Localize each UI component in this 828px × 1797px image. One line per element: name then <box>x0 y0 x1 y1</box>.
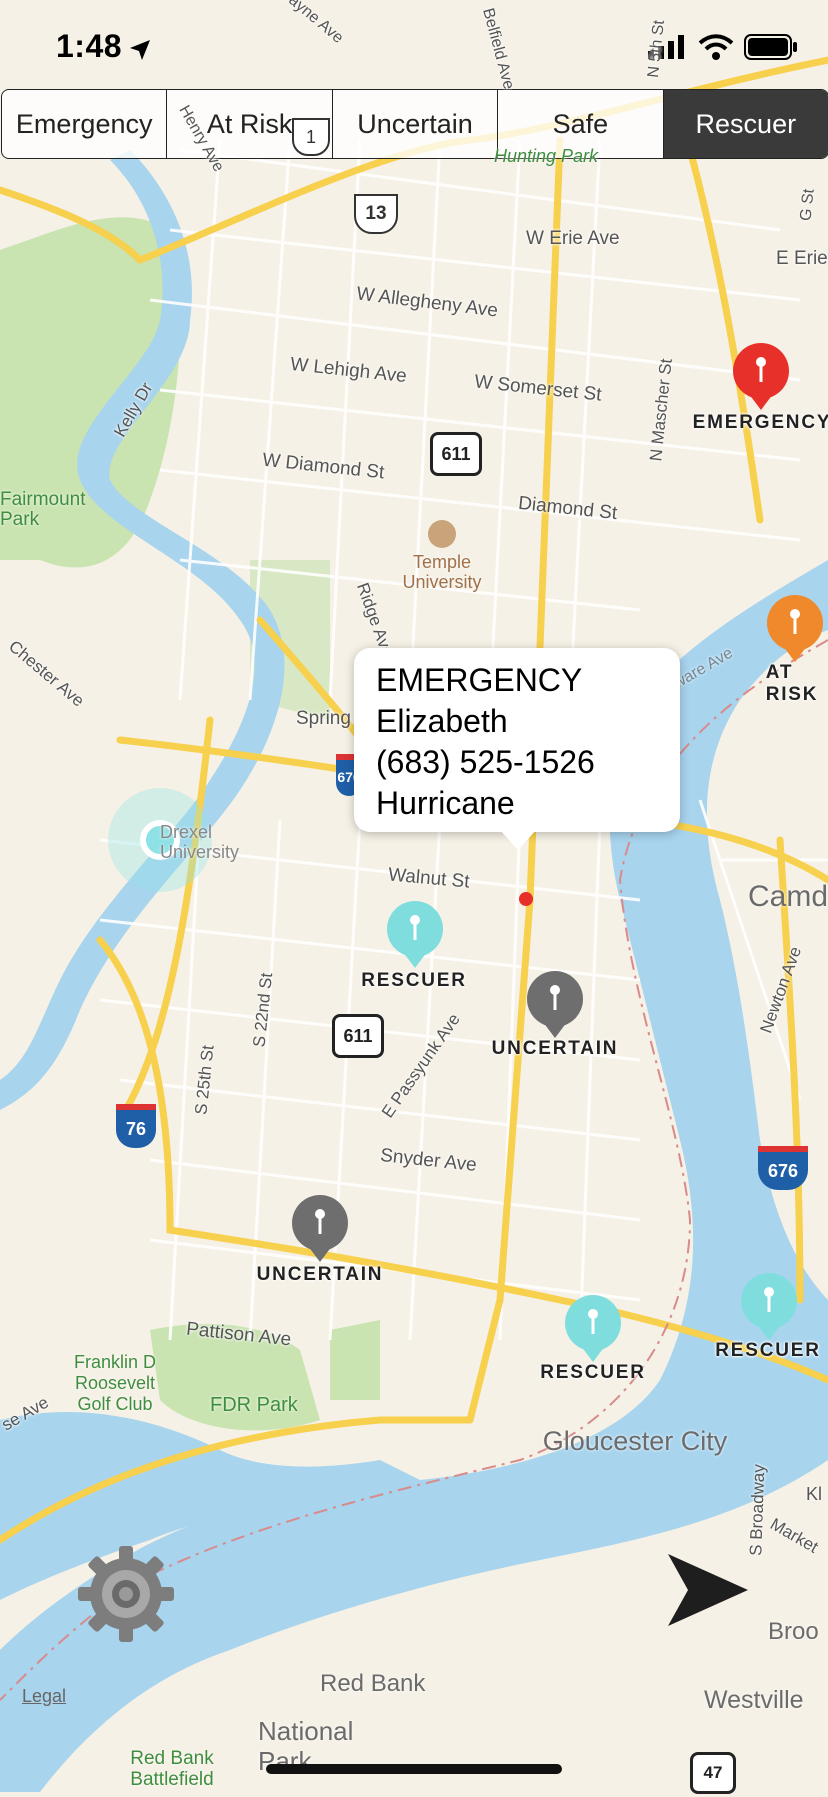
label-kl: Kl <box>806 1484 823 1504</box>
route-611-south-shield: 611 <box>332 1014 384 1058</box>
callout-hazard: Hurricane <box>376 785 515 821</box>
status-time: 1:48 <box>56 28 123 64</box>
label-red-bank-battlefield: Red Bank Battlefield <box>130 1748 214 1790</box>
label-camden: Camd <box>748 880 828 913</box>
callout-name: Elizabeth <box>376 703 508 739</box>
label-temple-university: Temple University <box>402 552 482 592</box>
legal-link[interactable]: Legal <box>22 1686 66 1707</box>
pin-uncertain-south[interactable] <box>291 1194 349 1264</box>
navigation-arrow-icon[interactable] <box>666 1552 752 1628</box>
status-icons <box>648 34 798 60</box>
pin-label-emergency: EMERGENCY <box>692 412 828 433</box>
interstate-76-shield: 76 <box>116 1104 156 1148</box>
label-hunting-park: Hunting Park <box>494 146 599 166</box>
park-patch <box>330 1320 380 1400</box>
label-broadway: S Broadway <box>746 1463 769 1557</box>
pin-label-uncertain-south: UNCERTAIN <box>256 1264 384 1285</box>
label-franklin-golf: Franklin D Roosevelt Golf Club <box>73 1352 157 1414</box>
pin-label-rescuer-center: RESCUER <box>361 970 467 991</box>
pin-at-risk[interactable] <box>766 594 824 664</box>
callout-tail <box>500 830 536 850</box>
pin-label-rescuer-south: RESCUER <box>540 1362 646 1383</box>
university-icon <box>428 520 456 548</box>
pin-callout[interactable]: EMERGENCY Elizabeth (683) 525-1526 Hurri… <box>354 648 680 832</box>
label-e-erie: E Erie <box>776 248 828 269</box>
route-1-shield: 1 <box>292 118 330 156</box>
pin-label-rescuer-east: RESCUER <box>715 1340 821 1361</box>
segment-uncertain[interactable]: Uncertain <box>333 90 499 158</box>
route-611-north-shield: 611 <box>430 432 482 476</box>
label-fdr-park: FDR Park <box>210 1394 298 1416</box>
label-red-bank: Red Bank <box>320 1670 426 1697</box>
segment-emergency[interactable]: Emergency <box>2 90 168 158</box>
gear-icon[interactable] <box>74 1542 178 1646</box>
status-filter-segmented-control[interactable]: Emergency At Risk Uncertain Safe Rescuer <box>1 89 828 159</box>
route-47-shield: 47 <box>690 1752 736 1794</box>
pin-emergency[interactable] <box>732 342 790 412</box>
pin-label-at-risk: AT RISK <box>765 662 819 705</box>
label-drexel: Drexel University <box>160 822 240 862</box>
pin-label-uncertain-east: UNCERTAIN <box>491 1038 619 1059</box>
map-view[interactable] <box>0 0 828 1792</box>
wifi-icon <box>698 34 734 60</box>
callout-phone[interactable]: (683) 525-1526 <box>376 742 680 783</box>
home-indicator <box>266 1764 562 1774</box>
label-gloucester-city: Gloucester City <box>542 1426 728 1456</box>
location-arrow-icon <box>130 40 150 60</box>
callout-status: EMERGENCY <box>376 662 583 698</box>
label-spring: Spring <box>296 708 351 729</box>
segment-rescuer[interactable]: Rescuer <box>663 90 828 158</box>
label-g-st: G St <box>797 188 818 222</box>
interstate-676-shield: 676 <box>758 1146 808 1190</box>
battery-icon <box>744 34 797 60</box>
pin-rescuer-south[interactable] <box>564 1294 622 1364</box>
pin-rescuer-center[interactable] <box>386 900 444 970</box>
label-brooklawn: Broo <box>768 1618 819 1645</box>
label-westville: Westville <box>704 1686 804 1714</box>
label-fairmount-park: Fairmount Park <box>0 489 86 530</box>
route-13-shield: 13 <box>354 194 398 234</box>
map-canvas[interactable] <box>0 0 828 1792</box>
pin-rescuer-east[interactable] <box>740 1272 798 1342</box>
label-w-erie: W Erie Ave <box>526 228 620 249</box>
selected-point[interactable] <box>519 892 533 906</box>
pin-uncertain-east[interactable] <box>526 970 584 1040</box>
